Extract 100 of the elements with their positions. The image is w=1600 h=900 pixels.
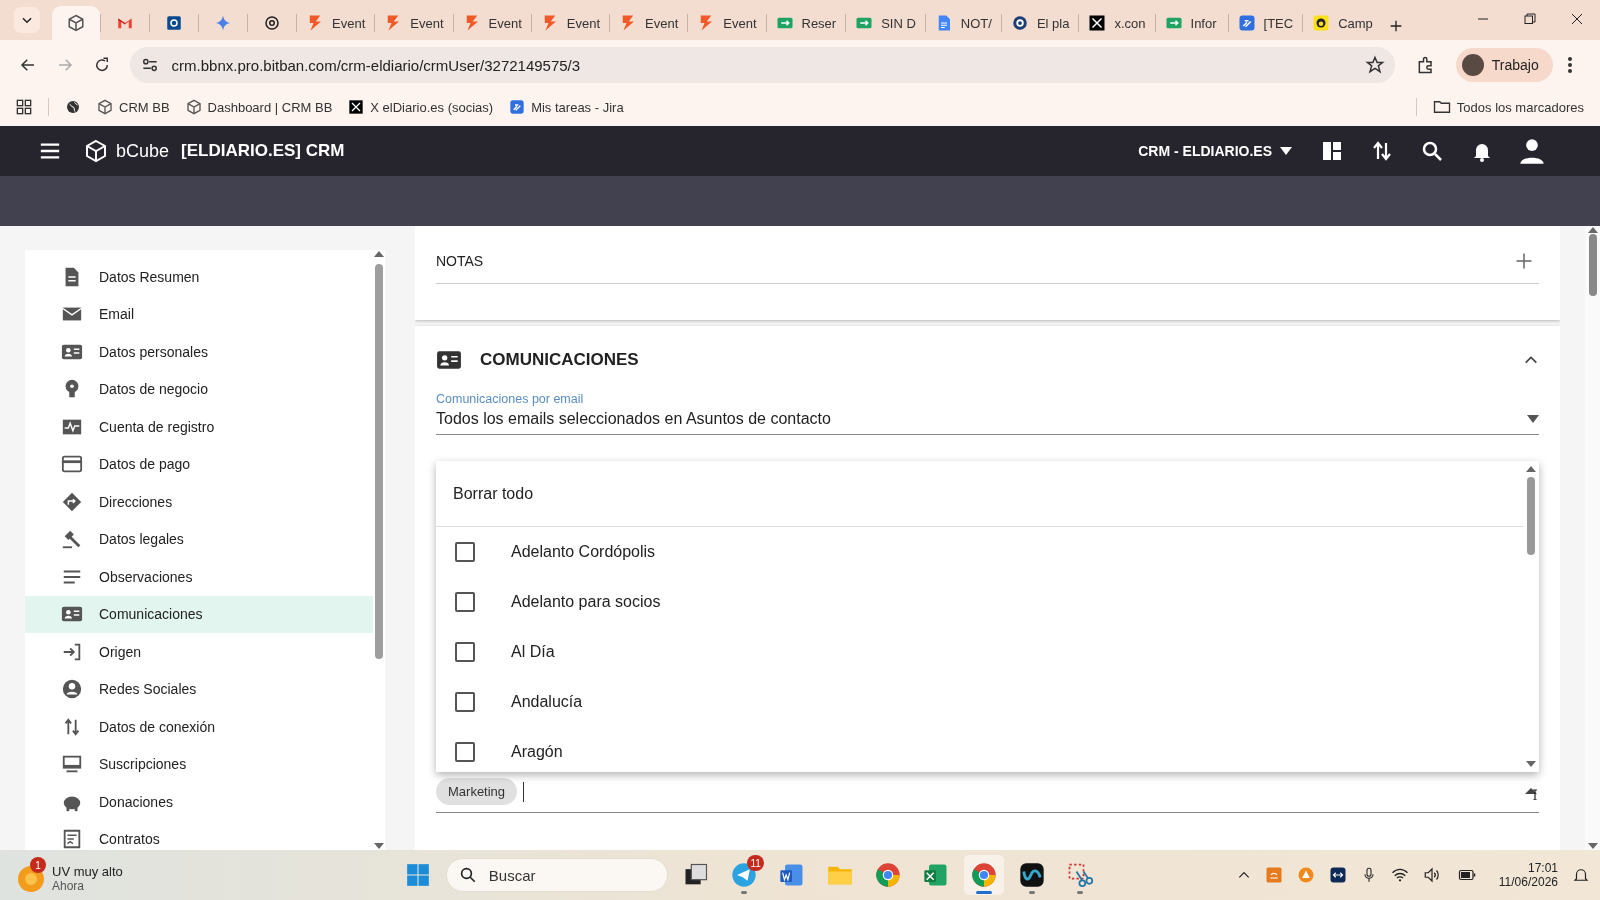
sidebar-item[interactable]: Comunicaciones — [25, 595, 373, 633]
browser-tab[interactable] — [52, 6, 100, 40]
weather-widget[interactable]: 1 UV muy alto Ahora — [18, 857, 123, 893]
browser-tab[interactable]: El pla — [1001, 6, 1079, 40]
option-label: Adelanto para socios — [511, 593, 661, 611]
taskbar-search-field[interactable]: Buscar — [445, 858, 668, 892]
scrollbar-thumb[interactable] — [375, 264, 383, 659]
scroll-up-icon[interactable] — [1526, 465, 1536, 473]
browser-tab[interactable]: Infor — [1155, 6, 1228, 40]
chip[interactable]: Marketing — [436, 778, 518, 805]
bookmark[interactable]: Mis tareas - Jira — [503, 95, 630, 119]
checkbox[interactable] — [455, 692, 475, 712]
browser-tab[interactable]: Event — [297, 6, 375, 40]
x-logo-icon — [348, 99, 365, 115]
field-label: Comunicaciones por email — [436, 392, 585, 406]
clock-date: 11/06/2026 — [1498, 875, 1558, 889]
sidebar-item[interactable]: Contratos — [25, 820, 373, 858]
scrollbar-thumb[interactable] — [1527, 477, 1535, 555]
clock[interactable]: 17:01 11/06/2026 — [1498, 861, 1558, 889]
browser-tab[interactable]: Event — [375, 6, 453, 40]
x-logo-icon — [1088, 14, 1107, 32]
field-value: Todos los emails seleccionados en Asuntos de contacto — [436, 410, 831, 428]
sidebar-item[interactable]: Datos legales — [25, 520, 373, 558]
browser-tab[interactable]: Event — [453, 6, 531, 40]
search-placeholder: Buscar — [488, 866, 536, 884]
sidebar-item[interactable]: Datos de conexión — [25, 708, 373, 746]
apps-grid-icon — [16, 99, 32, 115]
sidebar-item[interactable]: Direcciones — [25, 483, 373, 521]
caret-down-icon — [1527, 415, 1539, 423]
email-communications-select[interactable]: Comunicaciones por email Todos los emails seleccionados en Asuntos de contacto — [436, 392, 1539, 435]
scrollbar-thumb[interactable] — [1588, 234, 1597, 296]
search-icon — [458, 866, 477, 884]
sidebar-item[interactable]: Email — [25, 295, 373, 333]
caret-down-icon — [1280, 147, 1292, 155]
dropdown-option[interactable]: Aragón — [436, 727, 1523, 772]
plus-icon — [1515, 251, 1533, 270]
checkbox[interactable] — [455, 642, 475, 662]
browser-tab[interactable]: Event — [610, 6, 688, 40]
sidebar-item[interactable]: Datos de negocio — [25, 370, 373, 408]
brand-name: bCube — [116, 140, 170, 162]
checkbox[interactable] — [455, 592, 475, 612]
globe-icon — [65, 99, 81, 115]
bookmark[interactable]: Dashboard | CRM BB — [179, 95, 339, 119]
scroll-down-icon[interactable] — [1526, 760, 1536, 768]
tab-search-button[interactable] — [14, 7, 40, 33]
square-logo-icon — [165, 14, 183, 32]
bookmark[interactable]: CRM BB — [91, 95, 176, 119]
browser-tab[interactable]: Event — [688, 6, 766, 40]
sidebar-item[interactable]: Suscripciones — [25, 745, 373, 783]
cube-icon — [67, 14, 85, 32]
option-label: Andalucía — [511, 693, 583, 711]
all-bookmarks-button[interactable]: Todos los marcadores — [1426, 94, 1590, 120]
option-label: Aragón — [511, 743, 563, 761]
sidebar-item[interactable]: Cuenta de registro — [25, 408, 373, 446]
bookmark-star-icon[interactable] — [1364, 55, 1385, 75]
sidebar-item[interactable]: Origen — [25, 633, 373, 671]
browser-tab[interactable]: Reser — [766, 6, 846, 40]
account-selector[interactable]: CRM - ELDIARIO.ES — [1132, 142, 1298, 160]
browser-tab[interactable]: SIN D — [846, 6, 925, 40]
dropdown-option[interactable]: Andalucía — [436, 677, 1523, 727]
taskbar-app[interactable]: 11 — [723, 855, 764, 895]
clear-all-option[interactable]: Borrar todo — [436, 461, 1523, 527]
cube-logo-icon — [84, 139, 108, 163]
speaker-icon[interactable] — [1422, 866, 1441, 884]
close-icon — [1570, 13, 1583, 25]
sidebar-item[interactable]: Datos Resumen — [25, 258, 373, 296]
weather-title: UV muy alto — [52, 864, 123, 879]
restore-icon — [1523, 13, 1536, 25]
sidebar-item[interactable]: Datos personales — [25, 333, 373, 371]
person-icon — [1518, 137, 1546, 165]
address-bar[interactable]: crm.bbnx.pro.bitban.com/crm-eldiario/crmUser/3272149575/3 — [129, 47, 1395, 83]
scroll-up-icon[interactable] — [374, 250, 384, 258]
remote-app-icon[interactable] — [1328, 866, 1347, 884]
sidebar-item[interactable]: Redes Sociales — [25, 670, 373, 708]
browser-tab[interactable]: [TEC — [1228, 6, 1303, 40]
dropdown-option[interactable]: Adelanto Cordópolis — [436, 527, 1523, 577]
cube-icon — [97, 99, 113, 115]
dropdown-option[interactable]: Al Día — [436, 627, 1523, 677]
browser-tab[interactable]: x.con — [1079, 6, 1155, 40]
checkbox[interactable] — [455, 742, 475, 762]
notification-bell-icon[interactable] — [1572, 866, 1590, 884]
dropdown-option[interactable]: Adelanto para socios — [436, 577, 1523, 627]
sidebar-item[interactable]: Observaciones — [25, 558, 373, 596]
browser-tab[interactable]: NOT/ — [925, 6, 1001, 40]
text-cursor — [523, 781, 525, 802]
bookmark[interactable]: X elDiario.es (socias) — [342, 95, 500, 119]
back-arrow-icon — [18, 56, 37, 74]
contract-icon — [61, 828, 83, 851]
app-badge: 11 — [747, 855, 764, 871]
direction-sign-icon — [61, 490, 83, 513]
browser-tab[interactable]: Event — [531, 6, 609, 40]
checkbox[interactable] — [455, 542, 475, 562]
sidebar-item[interactable]: Datos de pago — [25, 445, 373, 483]
option-label: Al Día — [511, 643, 555, 661]
browser-tab[interactable]: Camp — [1303, 6, 1382, 40]
wifi-icon[interactable] — [1390, 866, 1409, 884]
url-text: crm.bbnx.pro.bitban.com/crm-eldiario/crmUser/3272149575/3 — [171, 56, 582, 74]
chrome-icon — [873, 861, 902, 889]
profile-button[interactable]: Trabajo — [1455, 48, 1553, 82]
sidebar-item[interactable]: Donaciones — [25, 783, 373, 821]
